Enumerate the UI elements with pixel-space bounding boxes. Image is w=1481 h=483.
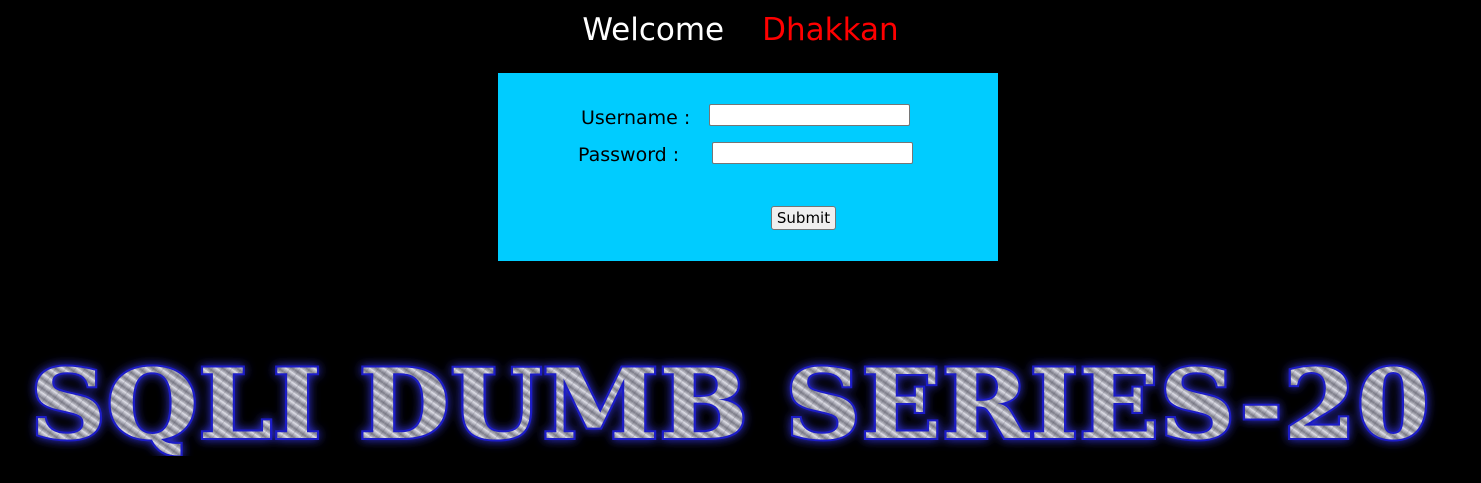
welcome-heading: Welcome Dhakkan	[0, 10, 1481, 50]
banner-title: SQLI DUMB SERIES-20	[30, 348, 1430, 456]
username-label: Username :	[581, 107, 691, 129]
login-form: Username : Password : Submit	[498, 73, 998, 261]
welcome-text: Welcome	[582, 12, 725, 48]
user-name-text: Dhakkan	[762, 12, 899, 48]
username-input[interactable]	[709, 104, 910, 126]
submit-button[interactable]: Submit	[771, 206, 836, 230]
password-input[interactable]	[712, 142, 913, 164]
sqli-dumb-series-banner: SQLI DUMB SERIES-20	[28, 346, 1432, 456]
password-label: Password :	[578, 144, 680, 166]
